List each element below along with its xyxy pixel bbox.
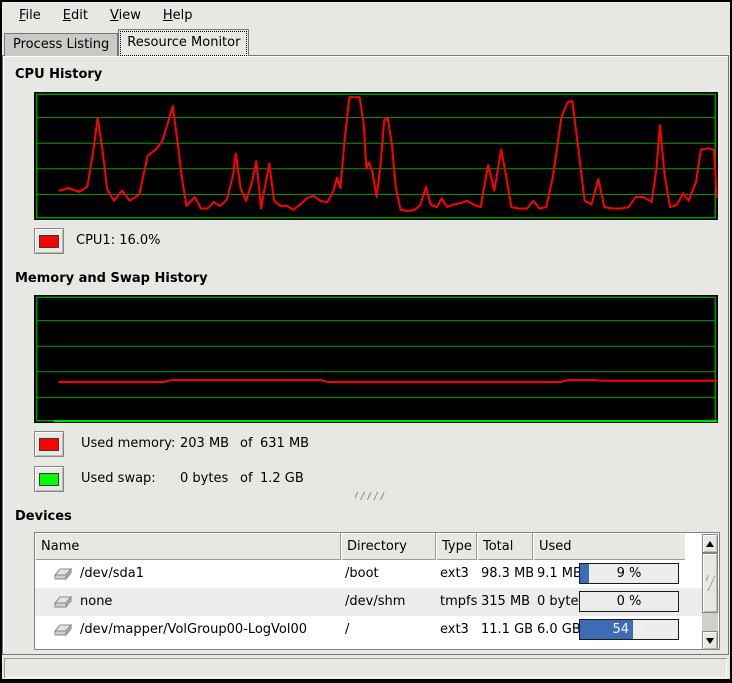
resource-monitor-page: CPU History CPU1: 16.0% Memory and Swap … [2,55,729,655]
menu-view[interactable]: View [99,5,152,26]
used-memory-color-button[interactable] [34,431,64,457]
disk-icon [52,567,73,581]
status-bar [4,658,727,678]
device-used-cell: 0 bytes 0 % [533,588,685,616]
memory-swap-title: Memory and Swap History [15,271,208,286]
scroll-down-button[interactable] [702,631,718,650]
column-header-type[interactable]: Type [436,533,477,560]
used-swap-value: 0 bytes [180,466,240,492]
menu-edit[interactable]: Edit [52,5,99,26]
used-memory-total: 631 MB [260,431,309,457]
device-directory: /boot [341,560,436,588]
table-row[interactable]: /dev/mapper/VolGroup00-LogVol00 / ext3 1… [35,616,719,644]
device-used: 6.0 GB [537,622,581,637]
menubar: File Edit View Help [2,2,730,28]
device-total: 11.1 GB [477,616,533,644]
menu-file[interactable]: File [8,5,52,26]
tab-resource-monitor[interactable]: Resource Monitor [118,29,249,56]
device-used-cell: 9.1 MB 9 % [533,560,685,588]
tab-resource-monitor-label: Resource Monitor [127,35,240,50]
scroll-up-button[interactable] [702,534,718,553]
used-memory-value: 203 MB [180,431,240,457]
cpu1-legend-label: CPU1: 16.0% [76,228,161,254]
column-header-name[interactable]: Name [35,533,341,560]
device-type: ext3 [436,616,477,644]
vertical-scrollbar[interactable] [702,534,718,650]
cpu1-color-button[interactable] [34,228,64,254]
device-used: 9.1 MB [537,566,582,581]
notebook-tabs: Process Listing Resource Monitor [2,28,249,56]
window-frame: File Edit View Help Process Listing Reso… [0,0,732,683]
used-progressbar: 0 % [579,591,679,612]
table-row[interactable]: /dev/sda1 /boot ext3 98.3 MB 9.1 MB 9 % [35,560,719,588]
used-progressbar: 54 % [579,619,679,640]
device-name: /dev/sda1 [80,560,144,588]
device-used-cell: 6.0 GB 54 % [533,616,685,644]
column-header-directory[interactable]: Directory [341,533,436,560]
devices-title: Devices [15,509,72,524]
device-total: 98.3 MB [477,560,533,588]
used-swap-label: Used swap: [81,466,180,492]
cpu-history-title: CPU History [15,67,102,82]
used-swap-color-button[interactable] [34,466,64,492]
cpu-history-graph [34,92,718,220]
devices-table-header: Name Directory Type Total Used [35,533,719,560]
scrollbar-thumb[interactable] [702,553,718,613]
used-swap-of: of [240,466,260,492]
table-row[interactable]: none /dev/shm tmpfs 315 MB 0 bytes 0 % [35,588,719,616]
used-swap-legend: Used swap: 0 bytes of 1.2 GB [81,466,304,492]
used-progress-label: 9 % [580,564,678,583]
used-swap-color-swatch [39,473,59,486]
thumb-grip-icon [706,575,715,591]
used-memory-color-swatch [39,438,59,451]
device-name: /dev/mapper/VolGroup00-LogVol00 [80,616,307,644]
device-name: none [80,588,112,616]
device-type: ext3 [436,560,477,588]
disk-icon [52,623,73,637]
device-directory: / [341,616,436,644]
pane-resize-grip[interactable] [355,492,385,500]
devices-table: Name Directory Type Total Used /dev/sda1 [34,532,720,650]
column-header-used[interactable]: Used [533,533,685,560]
cpu1-color-swatch [39,235,59,248]
used-memory-legend: Used memory: 203 MB of 631 MB [81,431,309,457]
used-memory-label: Used memory: [81,431,180,457]
used-progress-label: 0 % [580,592,678,611]
used-progressbar: 9 % [579,563,679,584]
used-progress-label: 54 % [580,620,678,639]
arrow-down-icon [706,638,714,644]
menu-help[interactable]: Help [152,5,204,26]
disk-icon [52,595,73,609]
device-used: 0 bytes [537,594,585,609]
device-total: 315 MB [477,588,533,616]
used-swap-total: 1.2 GB [260,466,304,492]
device-type: tmpfs [436,588,477,616]
arrow-up-icon [706,541,714,547]
column-header-total[interactable]: Total [477,533,533,560]
tab-process-listing[interactable]: Process Listing [4,33,118,56]
used-memory-of: of [240,431,260,457]
device-directory: /dev/shm [341,588,436,616]
memory-swap-graph [34,295,718,423]
system-monitor-window: File Edit View Help Process Listing Reso… [2,2,730,679]
